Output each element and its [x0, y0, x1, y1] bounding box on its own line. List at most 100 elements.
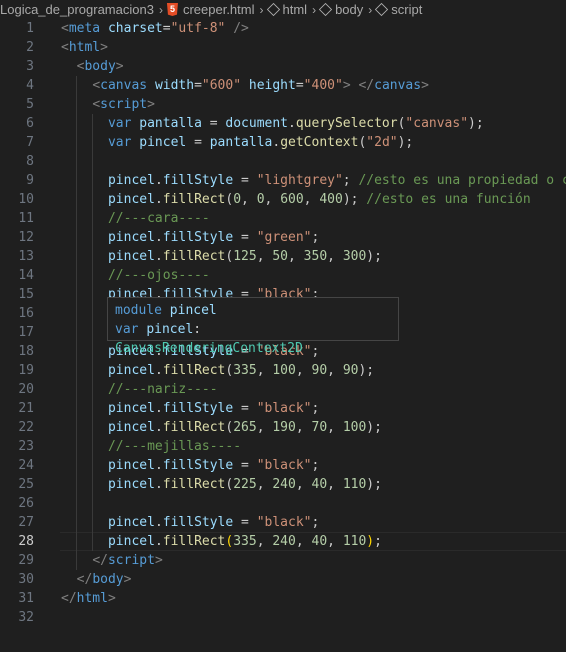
code-line[interactable]: 26	[0, 494, 566, 513]
code-token: 350	[303, 249, 328, 264]
breadcrumb-folder[interactable]: Logica_de_programacion3	[0, 2, 154, 17]
breadcrumb-body-label: body	[335, 2, 364, 17]
code-token: 240	[272, 534, 296, 549]
code-token: ,	[327, 534, 343, 549]
line-number: 20	[18, 382, 34, 397]
breadcrumb-html[interactable]: html	[266, 2, 307, 17]
code-token: pincel	[107, 477, 155, 492]
code-token: >	[107, 591, 116, 606]
code-line[interactable]: 2 <html>	[0, 38, 566, 57]
code-line[interactable]: 24 pincel.fillStyle = "black";	[0, 456, 566, 475]
line-number: 15	[18, 287, 34, 302]
line-number: 2	[26, 40, 34, 55]
code-token: ;	[311, 401, 320, 416]
code-line[interactable]: 10 pincel.fillRect(0, 0, 600, 400); //es…	[0, 190, 566, 209]
code-line[interactable]: 13 pincel.fillRect(125, 50, 350, 300);	[0, 247, 566, 266]
code-text: pincel.fillRect(265, 190, 70, 100);	[61, 418, 382, 437]
code-token: pincel	[107, 363, 155, 378]
code-token: >	[123, 572, 132, 587]
code-line[interactable]: 7 var pincel = pantalla.getContext("2d")…	[0, 133, 566, 152]
code-token: 90	[342, 363, 359, 378]
code-line[interactable]: 12 pincel.fillStyle = "green";	[0, 228, 566, 247]
element-icon	[318, 2, 333, 17]
hover-keyword: var	[115, 322, 139, 337]
code-token: .	[154, 534, 163, 549]
code-token: "utf-8"	[170, 21, 226, 36]
code-text: </html>	[61, 589, 116, 608]
code-token: canvas	[374, 78, 422, 93]
code-line[interactable]: 22 pincel.fillRect(265, 190, 70, 100);	[0, 418, 566, 437]
code-line[interactable]: 14 //---ojos----	[0, 266, 566, 285]
code-token: =	[233, 515, 257, 530]
code-text: </script>	[61, 551, 162, 570]
hover-name: pincel	[169, 303, 217, 318]
code-token: //---cara----	[107, 211, 210, 226]
code-line[interactable]: 27 pincel.fillStyle = "black";	[0, 513, 566, 532]
code-token: document	[225, 116, 289, 131]
code-line[interactable]: 28 pincel.fillRect(335, 240, 40, 110);	[0, 532, 566, 551]
code-token: fillRect	[162, 192, 226, 207]
code-text: pincel.fillStyle = "black";	[61, 456, 319, 475]
code-text: <script>	[61, 95, 155, 114]
hover-name: pincel	[146, 322, 194, 337]
line-number: 17	[18, 325, 34, 340]
code-line[interactable]: 6 var pantalla = document.querySelector(…	[0, 114, 566, 133]
code-text: <body>	[61, 57, 124, 76]
code-line[interactable]: 4 <canvas width="600" height="400"> </ca…	[0, 76, 566, 95]
code-line[interactable]: 3 <body>	[0, 57, 566, 76]
code-line[interactable]: 5 <script>	[0, 95, 566, 114]
code-token: 90	[311, 363, 328, 378]
code-line[interactable]: 32	[0, 608, 566, 627]
code-line[interactable]: 1 <meta charset="utf-8" />	[0, 19, 566, 38]
code-token: =	[233, 230, 257, 245]
code-token: >	[100, 40, 108, 55]
code-token: =	[233, 173, 257, 188]
code-line[interactable]: 21 pincel.fillStyle = "black";	[0, 399, 566, 418]
code-token: //esto es una función	[366, 192, 531, 207]
code-line[interactable]: 25 pincel.fillRect(225, 240, 40, 110);	[0, 475, 566, 494]
code-token: </	[92, 553, 108, 568]
code-token: .	[154, 230, 163, 245]
code-line[interactable]: 8	[0, 152, 566, 171]
line-number: 24	[18, 458, 34, 473]
code-token: 50	[272, 249, 289, 264]
hover-type: CanvasRenderingContext2D	[115, 341, 303, 356]
code-line[interactable]: 19 pincel.fillRect(335, 100, 90, 90);	[0, 361, 566, 380]
code-token: ,	[256, 249, 273, 264]
code-line[interactable]: 20 //---nariz----	[0, 380, 566, 399]
code-token: pincel	[107, 173, 155, 188]
code-text: pincel.fillRect(0, 0, 600, 400); //esto …	[61, 190, 531, 209]
line-number: 31	[18, 591, 34, 606]
line-number: 23	[18, 439, 34, 454]
code-token: ,	[264, 192, 281, 207]
breadcrumb-body[interactable]: body	[318, 2, 364, 17]
code-token: script	[100, 97, 148, 112]
code-line[interactable]: 30 </body>	[0, 570, 566, 589]
code-token: );	[468, 116, 484, 131]
breadcrumb-script[interactable]: script	[375, 2, 422, 17]
code-token: ,	[295, 363, 312, 378]
code-token: 300	[342, 249, 367, 264]
code-line[interactable]: 29 </script>	[0, 551, 566, 570]
code-line[interactable]: 31 </html>	[0, 589, 566, 608]
code-token: =	[233, 458, 257, 473]
code-token: pincel	[107, 515, 155, 530]
code-line[interactable]: 11 //---cara----	[0, 209, 566, 228]
code-token: fillRect	[162, 363, 226, 378]
breadcrumb-file[interactable]: 5 creeper.html	[166, 2, 255, 17]
code-line[interactable]: 9 pincel.fillStyle = "lightgrey"; //esto…	[0, 171, 566, 190]
code-line[interactable]: 23 //---mejillas----	[0, 437, 566, 456]
code-token: 125	[233, 249, 257, 264]
code-token: var	[107, 116, 132, 131]
code-token: pincel	[107, 420, 155, 435]
code-token: .	[154, 173, 163, 188]
